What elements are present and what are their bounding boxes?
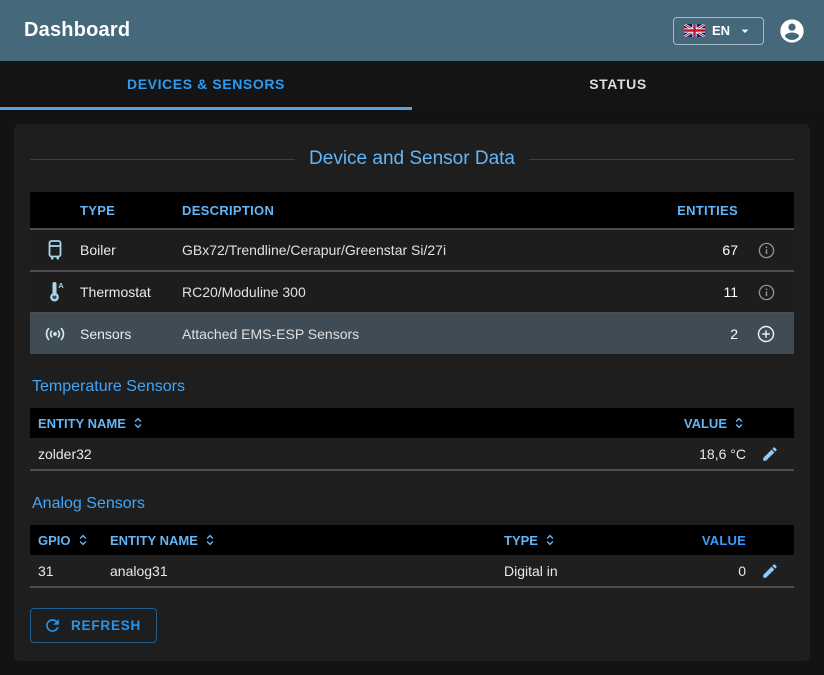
plus-circle-icon[interactable]: [756, 324, 776, 344]
device-type: Sensors: [80, 326, 182, 342]
device-type: Thermostat: [80, 284, 182, 300]
tab-status-label: STATUS: [589, 76, 647, 92]
analog-sensors-table: GPIO ENTITY NAME TYPE: [30, 525, 794, 588]
info-icon[interactable]: [757, 283, 776, 302]
page-title: Dashboard: [24, 19, 130, 42]
chevron-down-icon: [737, 23, 753, 39]
account-button[interactable]: [778, 17, 806, 45]
temperature-sensors-table: ENTITY NAME VALUE zolder32 18,6 °C: [30, 408, 794, 471]
temperature-table-header: ENTITY NAME VALUE: [30, 408, 794, 438]
sensors-icon: [43, 322, 67, 346]
col-description: DESCRIPTION: [182, 203, 654, 218]
sensor-value: 0: [738, 563, 746, 579]
device-type: Boiler: [80, 242, 182, 258]
edit-pencil-icon[interactable]: [761, 445, 779, 463]
sort-icon: [203, 533, 217, 547]
tab-status[interactable]: STATUS: [412, 61, 824, 110]
sensor-entity-name: zolder32: [30, 446, 626, 462]
svg-text:A: A: [58, 281, 64, 290]
device-entities-count: 11: [654, 284, 738, 300]
refresh-button[interactable]: REFRESH: [30, 608, 157, 643]
sort-icon: [543, 533, 557, 547]
col-type: TYPE: [80, 203, 182, 218]
info-icon[interactable]: [757, 241, 776, 260]
edit-pencil-icon[interactable]: [761, 562, 779, 580]
tab-bar: DEVICES & SENSORS STATUS: [0, 61, 824, 110]
table-row-boiler[interactable]: Boiler GBx72/Trendline/Cerapur/Greenstar…: [30, 228, 794, 270]
table-row-analog-sensor[interactable]: 31 analog31 Digital in 0: [30, 555, 794, 588]
boiler-icon: [43, 238, 67, 262]
device-description: RC20/Moduline 300: [182, 284, 654, 300]
col-entities: ENTITIES: [654, 203, 738, 218]
uk-flag-icon: [684, 24, 705, 37]
table-row-sensors[interactable]: Sensors Attached EMS-ESP Sensors 2: [30, 312, 794, 354]
sensor-entity-name: analog31: [110, 563, 504, 579]
analog-table-header: GPIO ENTITY NAME TYPE: [30, 525, 794, 555]
device-description: Attached EMS-ESP Sensors: [182, 326, 654, 342]
device-entities-count: 2: [654, 326, 738, 342]
analog-sensors-title: Analog Sensors: [32, 495, 794, 513]
sensor-gpio: 31: [30, 563, 110, 579]
dashboard-card: Device and Sensor Data TYPE DESCRIPTION …: [14, 124, 810, 661]
tab-devices-sensors[interactable]: DEVICES & SENSORS: [0, 61, 412, 110]
thermostat-icon: A: [43, 280, 67, 304]
sort-icon: [131, 416, 145, 430]
sort-icon: [76, 533, 90, 547]
col-entity-name[interactable]: ENTITY NAME: [110, 533, 504, 548]
col-value: VALUE: [702, 533, 746, 548]
device-entities-count: 67: [654, 242, 738, 258]
col-gpio[interactable]: GPIO: [30, 533, 110, 548]
refresh-icon: [43, 616, 62, 635]
table-row-temperature-sensor[interactable]: zolder32 18,6 °C: [30, 438, 794, 471]
account-circle-icon: [778, 17, 806, 45]
temperature-sensors-title: Temperature Sensors: [32, 378, 794, 396]
sensor-value: 18,6 °C: [699, 446, 746, 462]
col-type[interactable]: TYPE: [504, 533, 654, 548]
device-table-header: TYPE DESCRIPTION ENTITIES: [30, 192, 794, 228]
divider-line: [30, 159, 295, 160]
col-value[interactable]: VALUE: [684, 416, 746, 431]
device-description: GBx72/Trendline/Cerapur/Greenstar Si/27i: [182, 242, 654, 258]
sort-icon: [732, 416, 746, 430]
language-selector[interactable]: EN: [673, 17, 764, 45]
divider-line: [529, 159, 794, 160]
table-row-thermostat[interactable]: A Thermostat RC20/Moduline 300 11: [30, 270, 794, 312]
refresh-label: REFRESH: [71, 618, 141, 633]
card-title: Device and Sensor Data: [309, 148, 515, 170]
device-table: TYPE DESCRIPTION ENTITIES Boil: [30, 192, 794, 354]
language-label: EN: [712, 23, 730, 38]
col-entity-name[interactable]: ENTITY NAME: [30, 416, 626, 431]
appbar-actions: EN: [673, 17, 806, 45]
tab-devices-sensors-label: DEVICES & SENSORS: [127, 76, 285, 92]
main-content: Device and Sensor Data TYPE DESCRIPTION …: [0, 110, 824, 675]
sensor-type: Digital in: [504, 563, 654, 579]
app-bar: Dashboard EN: [0, 0, 824, 61]
card-title-divider: Device and Sensor Data: [30, 148, 794, 170]
